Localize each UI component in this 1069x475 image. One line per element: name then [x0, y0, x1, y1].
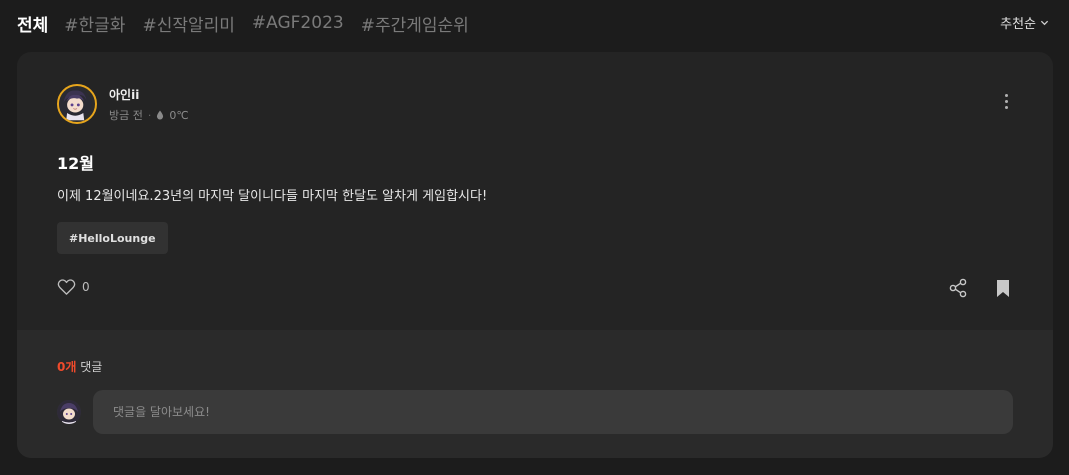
- sort-dropdown[interactable]: 추천순: [1000, 13, 1049, 32]
- sort-label: 추천순: [1000, 17, 1036, 32]
- comment-count: 0개 댓글: [57, 358, 102, 375]
- hashtag-chip[interactable]: #HelloLounge: [57, 222, 168, 254]
- author-avatar[interactable]: [57, 84, 97, 124]
- author-name[interactable]: 아인ii: [109, 86, 139, 103]
- avatar-character-icon: [57, 400, 81, 424]
- avatar-character-icon: [59, 87, 92, 121]
- comment-count-number: 0개: [57, 360, 77, 374]
- meta-separator: ·: [147, 108, 152, 122]
- tab-korean-localization[interactable]: #한글화: [64, 11, 125, 36]
- post-content: 아인ii 방금 전 · 0℃ 12월 이제 12월이네요.23년의 마지막 달이…: [17, 52, 1053, 330]
- post-card: 아인ii 방금 전 · 0℃ 12월 이제 12월이네요.23년의 마지막 달이…: [17, 52, 1053, 458]
- temperature: 0℃: [169, 108, 189, 122]
- post-meta: 방금 전 · 0℃: [109, 107, 189, 123]
- post-title: 12월: [57, 154, 94, 173]
- commenter-avatar: [57, 400, 81, 424]
- like-button[interactable]: 0: [57, 278, 90, 296]
- category-tabs: 전체 #한글화 #신작알리미 #AGF2023 #주간게임순위: [0, 11, 486, 36]
- post-body: 이제 12월이네요.23년의 마지막 달이니다들 마지막 한달도 알차게 게임합…: [57, 189, 488, 204]
- post-time: 방금 전: [109, 109, 143, 122]
- tab-weekly-rankings[interactable]: #주간게임순위: [361, 11, 469, 36]
- comment-count-label: 댓글: [80, 360, 103, 374]
- tab-all[interactable]: 전체: [17, 11, 48, 36]
- heart-icon: [57, 279, 76, 295]
- more-options-icon[interactable]: [1003, 94, 1009, 112]
- tab-agf2023[interactable]: #AGF2023: [252, 13, 344, 33]
- like-count: 0: [82, 280, 90, 294]
- bookmark-icon[interactable]: [995, 279, 1011, 298]
- share-icon[interactable]: [949, 278, 967, 298]
- top-bar: 전체 #한글화 #신작알리미 #AGF2023 #주간게임순위 추천순: [0, 0, 1069, 46]
- comment-input[interactable]: [93, 390, 1013, 434]
- tab-new-releases[interactable]: #신작알리미: [142, 11, 234, 36]
- droplet-icon: [157, 110, 164, 120]
- comments-section: 0개 댓글: [17, 330, 1053, 458]
- chevron-down-icon: [1040, 20, 1049, 26]
